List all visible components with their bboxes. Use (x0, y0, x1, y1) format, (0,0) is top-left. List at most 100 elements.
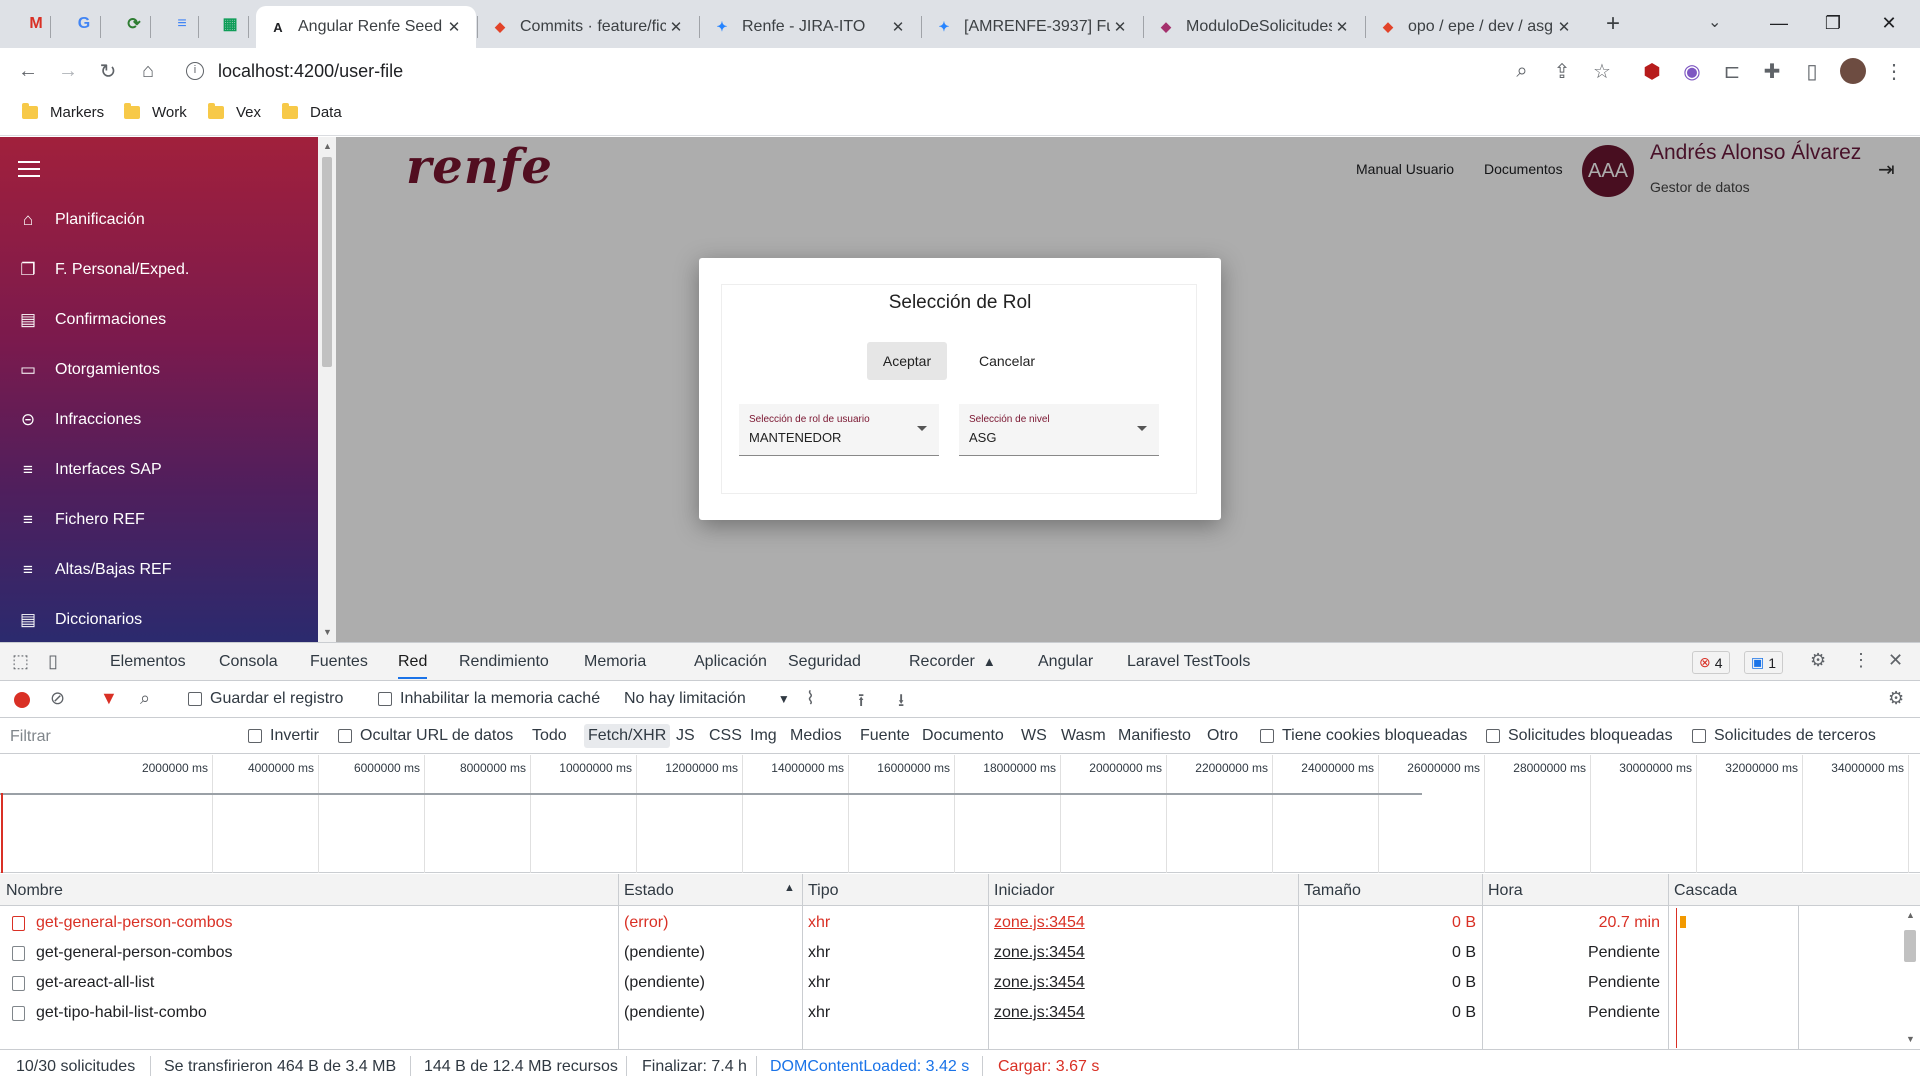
devtools-tab[interactable]: Red (398, 653, 428, 679)
third-party-checkbox[interactable]: Solicitudes de terceros (1692, 727, 1876, 745)
devtools-tab[interactable]: Rendimiento (459, 653, 549, 671)
accept-button[interactable]: Aceptar (867, 342, 947, 380)
error-count-badge[interactable]: ⊗ 4 (1692, 651, 1730, 674)
device-toolbar-icon[interactable]: ▯ (48, 651, 58, 672)
sidebar-item[interactable]: ▤ Confirmaciones (0, 300, 318, 340)
scroll-up-arrow[interactable]: ▲ (323, 141, 332, 151)
translate-icon[interactable]: G (70, 10, 98, 38)
close-tab-icon[interactable]: ✕ (1554, 18, 1574, 36)
checkbox[interactable] (1692, 729, 1706, 743)
record-icon[interactable] (14, 692, 30, 708)
browser-menu-icon[interactable]: ⋮ (1880, 57, 1908, 85)
profile-avatar[interactable] (1840, 58, 1866, 84)
close-tab-icon[interactable]: ✕ (1110, 18, 1130, 36)
bookmark-work[interactable]: Work (124, 103, 187, 121)
gmail-icon[interactable]: M (22, 10, 50, 38)
sidebar-item[interactable]: ▭ Otorgamientos (0, 350, 318, 390)
sidebar-item[interactable]: ❐ F. Personal/Exped. (0, 250, 318, 290)
devtools-tab[interactable]: Aplicación (694, 653, 767, 671)
zoom-icon[interactable]: ⌕ (1508, 57, 1536, 85)
checkbox[interactable] (1486, 729, 1500, 743)
type-filter-fetchxhr[interactable]: Fetch/XHR (584, 724, 671, 748)
devtools-tab[interactable]: Laravel TestTools (1127, 653, 1250, 671)
sidebar-item[interactable]: ≡ Altas/Bajas REF (0, 550, 318, 590)
devtools-tab[interactable]: Fuentes (310, 653, 368, 671)
close-tab-icon[interactable]: ✕ (888, 18, 908, 36)
hamburger-menu-icon[interactable] (18, 161, 40, 177)
extensions-puzzle-icon[interactable]: ✚ (1758, 57, 1786, 85)
checkbox[interactable] (188, 692, 202, 706)
home-icon[interactable]: ⌂ (134, 57, 162, 85)
back-icon[interactable]: ← (14, 57, 42, 85)
table-row[interactable]: get-general-person-combos (pendiente) xhr z… (0, 938, 1900, 968)
filter-icon[interactable]: ▼ (100, 688, 118, 709)
table-row[interactable]: get-areact-all-list (pendiente) xhr zone.js… (0, 968, 1900, 998)
close-tab-icon[interactable]: ✕ (666, 18, 686, 36)
network-settings-gear-icon[interactable]: ⚙ (1888, 688, 1904, 709)
column-header-tamao[interactable]: Tamaño (1304, 882, 1361, 900)
import-har-icon[interactable]: ⭱ (858, 688, 864, 718)
sheet-icon[interactable]: ▦ (216, 10, 244, 38)
browser-tab[interactable]: ◆ ModuloDeSolicitudes ✕ (1144, 6, 1364, 48)
search-icon[interactable]: ⌕ (140, 688, 150, 709)
code-extension-icon[interactable]: ⊏ (1718, 57, 1746, 85)
devtools-tab[interactable]: Consola (219, 653, 278, 671)
sidebar-scrollbar[interactable]: ▲ ▼ (318, 137, 336, 642)
close-tab-icon[interactable]: ✕ (444, 18, 464, 36)
browser-tab[interactable]: A Angular Renfe Seed ✕ (256, 6, 476, 48)
column-header-cascada[interactable]: Cascada (1674, 882, 1737, 900)
close-tab-icon[interactable]: ✕ (1332, 18, 1352, 36)
type-filter-otro[interactable]: Otro (1203, 724, 1242, 748)
type-filter-ws[interactable]: WS (1017, 724, 1051, 748)
share-icon[interactable]: ⇪ (1548, 57, 1576, 85)
table-row[interactable]: get-general-person-combos (error) xhr zone.… (0, 908, 1900, 938)
side-panel-icon[interactable]: ▯ (1798, 57, 1826, 85)
bookmark-vex[interactable]: Vex (208, 103, 261, 121)
column-header-iniciador[interactable]: Iniciador (994, 882, 1054, 900)
hide-data-urls-checkbox[interactable]: Ocultar URL de datos (338, 727, 513, 745)
browser-tab[interactable]: ✦ [AMRENFE-3937] Fun ✕ (922, 6, 1142, 48)
cell-initiator[interactable]: zone.js:3454 (994, 974, 1085, 992)
browser-tab[interactable]: ◆ opo / epe / dev / asg ✕ (1366, 6, 1586, 48)
network-conditions-icon[interactable]: ⌇ (806, 688, 815, 709)
checkbox[interactable] (338, 729, 352, 743)
sidebar-item[interactable]: ⊝ Infracciones (0, 400, 318, 440)
scrollbar-thumb[interactable] (1904, 930, 1916, 962)
checkbox[interactable] (1260, 729, 1274, 743)
sidebar-item[interactable]: ≡ Interfaces SAP (0, 450, 318, 490)
blocked-requests-checkbox[interactable]: Solicitudes bloqueadas (1486, 727, 1673, 745)
scroll-down-arrow[interactable]: ▼ (323, 627, 332, 637)
throttling-select[interactable]: No hay limitación ▼ (624, 690, 790, 708)
clear-icon[interactable]: ⊘ (50, 688, 65, 709)
scroll-down-arrow[interactable]: ▼ (1906, 1034, 1915, 1044)
type-filter-medios[interactable]: Medios (786, 724, 846, 748)
sidebar-item[interactable]: ⌂ Planificación (0, 200, 318, 240)
sidebar-item[interactable]: ▤ Diccionarios (0, 600, 318, 640)
invert-checkbox[interactable]: Invertir (248, 727, 319, 745)
export-har-icon[interactable]: ⭳ (898, 688, 904, 718)
minimize-button[interactable]: — (1756, 8, 1802, 38)
role-select[interactable]: Selección de rol de usuario MANTENEDOR (739, 404, 939, 456)
new-tab-button[interactable]: + (1598, 10, 1628, 40)
devtools-tab[interactable]: Memoria (584, 653, 646, 671)
bookmark-data[interactable]: Data (282, 103, 342, 121)
cancel-button[interactable]: Cancelar (967, 342, 1047, 380)
cell-initiator[interactable]: zone.js:3454 (994, 914, 1085, 932)
level-select[interactable]: Selección de nivel ASG (959, 404, 1159, 456)
browser-tab[interactable]: ✦ Renfe - JIRA-ITO ✕ (700, 6, 920, 48)
blocked-cookies-checkbox[interactable]: Tiene cookies bloqueadas (1260, 727, 1467, 745)
table-row[interactable]: get-tipo-habil-list-combo (pendiente) xhr z… (0, 998, 1900, 1028)
cell-initiator[interactable]: zone.js:3454 (994, 1004, 1085, 1022)
url-text[interactable]: localhost:4200/user-file (218, 61, 403, 82)
type-filter-manifiesto[interactable]: Manifiesto (1114, 724, 1195, 748)
settings-gear-icon[interactable]: ⚙ (1810, 650, 1826, 671)
checkbox[interactable] (378, 692, 392, 706)
type-filter-js[interactable]: JS (672, 724, 699, 748)
network-overview-timeline[interactable]: 2000000 ms 4000000 ms 6000000 ms 8000000 ms… (0, 755, 1920, 873)
bookmark-star-icon[interactable]: ☆ (1588, 57, 1616, 85)
checkbox[interactable] (248, 729, 262, 743)
devtools-tab[interactable]: Elementos (110, 653, 186, 671)
devtools-tab[interactable]: Angular (1038, 653, 1093, 671)
color-extension-icon[interactable]: ◉ (1678, 57, 1706, 85)
docs-icon[interactable]: ≡ (168, 10, 196, 38)
